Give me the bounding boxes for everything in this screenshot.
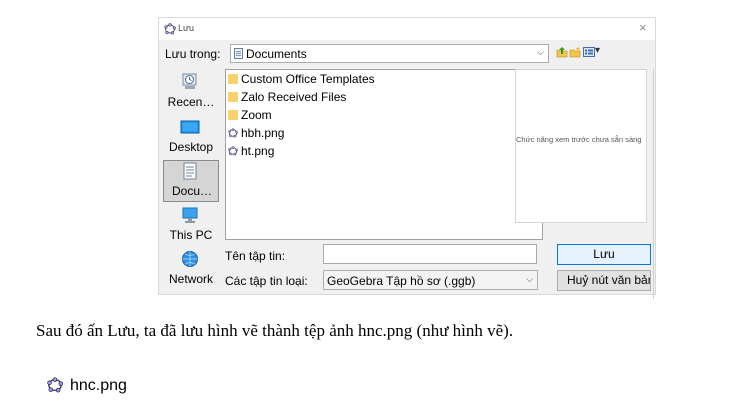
file-name: Zoom [241,108,272,122]
place-label: Desktop [168,140,214,154]
place-documents[interactable]: Docu… [163,160,219,202]
look-in-label: Lưu trong: [165,47,221,61]
file-name: ht.png [241,144,275,158]
file-name-input[interactable] [323,244,537,264]
place-label: This PC [169,228,213,242]
documents-icon [183,162,197,180]
dialog-title: Lưu [178,23,195,33]
view-menu-icon[interactable] [583,46,595,58]
save-dialog: Lưu × Lưu trong: Documents ⌵ ▾ Recen… De… [158,17,656,299]
view-menu-arrow-icon[interactable]: ▾ [595,45,600,56]
caption-text: Sau đó ấn Lưu, ta đã lưu hình vẽ thành t… [36,321,514,340]
geogebra-file-icon [228,146,238,156]
geogebra-icon [164,23,176,35]
title-bar[interactable]: Lưu × [159,18,655,40]
place-this-pc[interactable]: This PC [163,204,219,246]
result-file-name: hnc.png [70,377,127,394]
folder-icon [228,74,238,84]
folder-icon [228,110,238,120]
chevron-down-icon[interactable]: ⌵ [526,274,533,285]
folder-icon [228,92,238,102]
place-label: Recen… [167,95,215,109]
new-folder-icon[interactable] [569,46,581,58]
file-name: Zalo Received Files [241,90,347,104]
geogebra-file-icon [47,377,63,393]
file-name: hbh.png [241,126,285,140]
file-list[interactable]: Custom Office Templates Zalo Received Fi… [225,69,543,240]
computer-icon [182,207,198,223]
look-in-value: Documents [246,47,307,61]
file-type-label: Các tập tin loại: [225,274,308,288]
save-button[interactable]: Lưu [557,244,651,265]
file-type-dropdown[interactable]: GeoGebra Tập hồ sơ (.ggb) ⌵ [323,270,538,290]
place-label: Docu… [171,184,212,198]
file-name-label: Tên tập tin: [225,249,286,263]
geogebra-file-icon [228,128,238,138]
cancel-button[interactable]: Huỷ nút văn bản [557,270,651,291]
recent-places-icon [182,73,197,89]
preview-pane: Chức năng xem trước chưa sẵn sàng [515,69,647,223]
place-desktop[interactable]: Desktop [163,116,219,158]
up-folder-icon[interactable] [556,46,568,58]
preview-message: Chức năng xem trước chưa sẵn sàng [516,135,642,144]
network-icon [182,251,198,267]
look-in-dropdown[interactable]: Documents ⌵ [230,44,549,63]
document-folder-icon [234,48,243,59]
desktop-icon [180,120,200,134]
divider [653,69,654,299]
place-recent[interactable]: Recen… [163,71,219,113]
chevron-down-icon[interactable]: ⌵ [537,47,544,58]
place-label: Network [168,272,213,286]
file-type-value: GeoGebra Tập hồ sơ (.ggb) [327,274,476,288]
place-network[interactable]: Network [163,248,219,290]
file-name: Custom Office Templates [241,72,375,86]
close-icon[interactable]: × [639,20,647,36]
